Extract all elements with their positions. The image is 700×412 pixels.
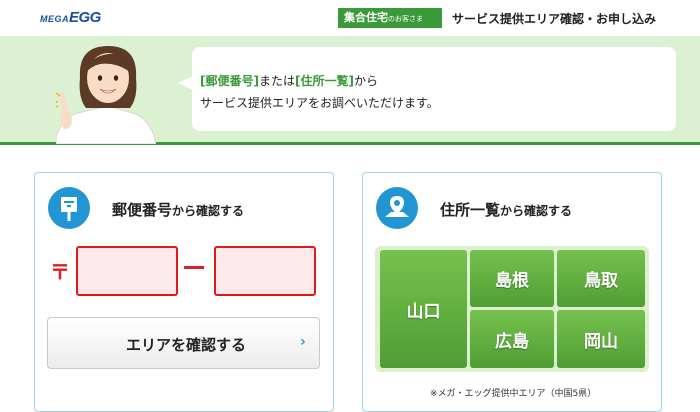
zip-dash — [184, 266, 204, 269]
address-title-suffix: から確認する — [500, 204, 573, 218]
service-area-note: ※メガ・エッグ提供中エリア（中国5県） — [430, 389, 597, 399]
address-title-main: 住所一覧 — [440, 201, 501, 219]
chevron-right-icon: › — [300, 334, 306, 350]
bubble-or: または — [258, 74, 295, 88]
postal-highlight: [郵便番号] — [200, 74, 259, 88]
bubble-line-2: サービス提供エリアをお調べいただけます。 — [200, 96, 439, 110]
page-title: サービス提供エリア確認・お申し込み — [452, 12, 657, 26]
speech-bubble-text: [郵便番号]または[住所一覧]から サービス提供エリアをお調べいただけます。 — [200, 70, 439, 114]
mega-egg-logo[interactable]: MEGAEGG — [40, 9, 101, 27]
postal-card-title: 郵便番号から確認する — [112, 199, 244, 220]
postbox-icon — [48, 187, 90, 229]
prefecture-shimane-button[interactable]: 島根 — [470, 250, 554, 307]
bubble-line-1: [郵便番号]または[住所一覧]から — [200, 70, 439, 92]
prefecture-tottori-button[interactable]: 鳥取 — [557, 250, 645, 307]
check-area-button[interactable]: エリアを確認する › — [47, 317, 320, 369]
map-pin-icon — [376, 187, 418, 229]
speech-bubble-tail — [178, 76, 193, 90]
badge-label: 集合住宅 — [344, 11, 388, 24]
badge-suffix: のお客さま — [388, 15, 423, 23]
prefecture-hiroshima-button[interactable]: 広島 — [470, 310, 554, 368]
prefecture-yamaguchi-button[interactable]: 山口 — [380, 250, 467, 368]
logo-prefix: MEGA — [40, 14, 69, 24]
zip-code-second-input[interactable] — [214, 246, 316, 296]
guide-woman-illustration — [56, 46, 156, 144]
postal-title-suffix: から確認する — [172, 204, 245, 218]
logo-main: EGG — [69, 9, 101, 26]
check-area-label: エリアを確認する — [126, 336, 247, 354]
postal-mark-icon: 〒 — [50, 260, 70, 284]
apartment-customer-badge: 集合住宅のお客さま — [338, 8, 442, 28]
address-highlight: [住所一覧] — [295, 74, 354, 88]
site-header: MEGAEGG 集合住宅のお客さま サービス提供エリア確認・お申し込み — [0, 0, 700, 36]
bubble-from: から — [353, 74, 378, 88]
prefecture-okayama-button[interactable]: 岡山 — [557, 310, 645, 368]
address-card-title: 住所一覧から確認する — [440, 199, 572, 220]
postal-title-main: 郵便番号 — [112, 201, 173, 219]
zip-code-first-input[interactable] — [76, 246, 178, 296]
